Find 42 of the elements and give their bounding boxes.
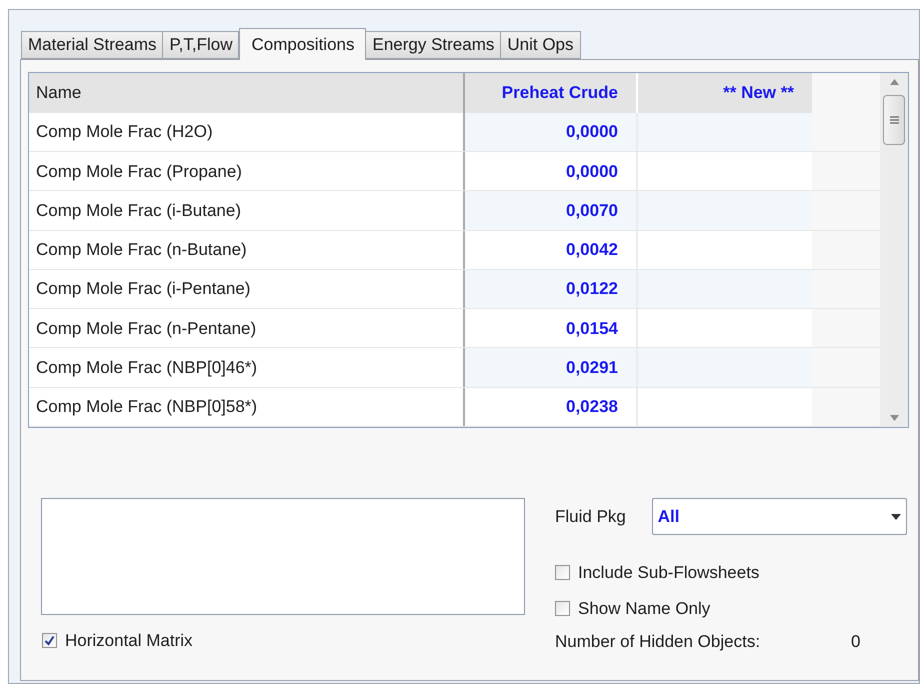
grip-icon xyxy=(890,116,898,124)
column-header: ** New ** xyxy=(638,73,812,113)
column-header: Name xyxy=(29,73,465,113)
table-cell: Comp Mole Frac (n-Pentane) xyxy=(29,309,465,348)
scroll-thumb[interactable] xyxy=(883,95,905,145)
checkbox-label: Show Name Only xyxy=(578,598,710,620)
checkbox[interactable] xyxy=(555,600,570,616)
field-label: Number of Hidden Objects: xyxy=(555,631,762,653)
field-label: Fluid Pkg xyxy=(555,506,627,528)
table-cell: 0,0000 xyxy=(465,152,638,190)
checkbox-label: Horizontal Matrix xyxy=(65,630,193,652)
checkbox[interactable] xyxy=(555,565,570,580)
column-header: Preheat Crude xyxy=(465,73,638,113)
scroll-down-icon[interactable] xyxy=(890,415,898,421)
scroll-up-icon[interactable] xyxy=(890,79,898,85)
tab[interactable]: P,T,Flow xyxy=(162,31,240,59)
scrollbar[interactable] xyxy=(880,73,908,427)
table-cell: Comp Mole Frac (n-Butane) xyxy=(29,230,465,269)
table-cell: Comp Mole Frac (NBP[0]58*) xyxy=(29,388,465,426)
tab[interactable]: Energy Streams xyxy=(365,31,502,59)
dropdown[interactable]: All xyxy=(652,498,907,535)
table-cell: 0,0042 xyxy=(465,230,638,269)
table-cell: Comp Mole Frac (i-Pentane) xyxy=(29,270,465,308)
caret-icon xyxy=(891,514,901,520)
checkbox[interactable] xyxy=(42,633,57,648)
tab[interactable]: Material Streams xyxy=(21,31,164,59)
table-cell: 0,0122 xyxy=(465,270,638,308)
count-value: 0 xyxy=(851,631,860,653)
table-cell: 0,0000 xyxy=(465,112,638,152)
tab[interactable]: Compositions xyxy=(239,28,366,60)
table-cell: 0,0238 xyxy=(465,388,638,426)
table-cell: Comp Mole Frac (NBP[0]46*) xyxy=(29,348,465,387)
checkbox-label: Include Sub-Flowsheets xyxy=(578,562,760,584)
checkmark-icon xyxy=(44,635,55,646)
table-cell: 0,0291 xyxy=(465,348,638,387)
table-cell: 0,0070 xyxy=(465,191,638,230)
table-cell: Comp Mole Frac (i-Butane) xyxy=(29,191,465,230)
table-cell: Comp Mole Frac (H2O) xyxy=(29,112,465,152)
tab[interactable]: Unit Ops xyxy=(500,31,581,59)
text-area[interactable] xyxy=(41,498,525,615)
table-cell: 0,0154 xyxy=(465,309,638,348)
table-cell: Comp Mole Frac (Propane) xyxy=(29,152,465,190)
